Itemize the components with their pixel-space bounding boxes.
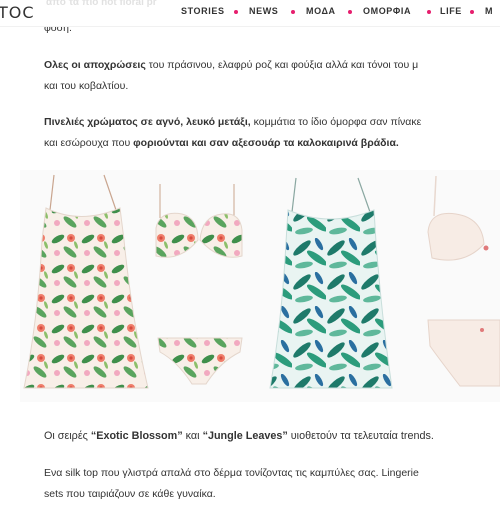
nav-item-life[interactable]: LIFE — [440, 6, 462, 16]
product-image — [20, 170, 500, 402]
nav-item-omorfia[interactable]: ΟΜΟΡΦΙΑ — [363, 6, 411, 16]
text: Ενα silk top που γλιστρά απαλά στο δέρμα… — [44, 467, 419, 479]
nav-item-more[interactable]: Μ — [485, 6, 493, 16]
nav-item-moda[interactable]: ΜΟΔΑ — [306, 6, 336, 16]
series-name-exotic-blossom: “Exotic Blossom” — [90, 430, 183, 442]
bold-text: φοριούνται και σαν αξεσουάρ τα καλοκαιρι… — [133, 137, 399, 149]
nav-separator-dot — [470, 10, 474, 14]
nav-separator-dot — [427, 10, 431, 14]
site-logo[interactable]: TOC — [0, 3, 35, 22]
nav-item-stories[interactable]: STORIES — [181, 6, 225, 16]
text: και του κοβαλτίου. — [44, 80, 129, 92]
floral-bikini-set — [155, 184, 243, 385]
top-navigation-bar: από τα πιο hot floral pr TOC STORIES NEW… — [0, 0, 500, 27]
text: sets που ταιριάζουν σε κάθε γυναίκα. — [44, 488, 216, 500]
white-lace-bra-set — [427, 175, 500, 387]
bold-text: Ολες οι αποχρώσεις — [44, 59, 146, 71]
text: υιοθετούν τα τελευταία trends. — [287, 430, 434, 442]
paragraph-silk-top: Ενα silk top που γλιστρά απαλά στο δέρμα… — [44, 463, 419, 505]
paragraph-silk: Πινελιές χρώματος σε αγνό, λευκό μετάξι,… — [44, 112, 421, 154]
scrolled-text-fragment: από τα πιο hot floral pr — [46, 0, 157, 8]
paragraph-colors: Ολες οι αποχρώσεις του πράσινου, ελαφρύ … — [44, 55, 418, 97]
text: και εσώρουχα που — [44, 137, 134, 149]
text: και — [182, 430, 203, 442]
nav-item-news[interactable]: NEWS — [249, 6, 278, 16]
lingerie-collection-illustration — [23, 174, 500, 389]
nav-separator-dot — [348, 10, 352, 14]
nav-separator-dot — [291, 10, 295, 14]
floral-slip-dress — [23, 174, 149, 389]
text: κομμάτια το ίδιο όμορφα σαν πίνακε — [250, 116, 422, 128]
paragraph-series: Οι σειρές “Exotic Blossom” και “Jungle L… — [44, 426, 434, 447]
nav-separator-dot — [234, 10, 238, 14]
series-name-jungle-leaves: “Jungle Leaves” — [202, 430, 288, 442]
text: Οι σειρές — [44, 430, 91, 442]
text: του πράσινου, ελαφρύ ροζ και φούξια αλλά… — [145, 59, 419, 71]
jungle-leaves-slip-dress — [269, 177, 393, 389]
bold-text: Πινελιές χρώματος σε αγνό, λευκό μετάξι, — [44, 116, 251, 128]
